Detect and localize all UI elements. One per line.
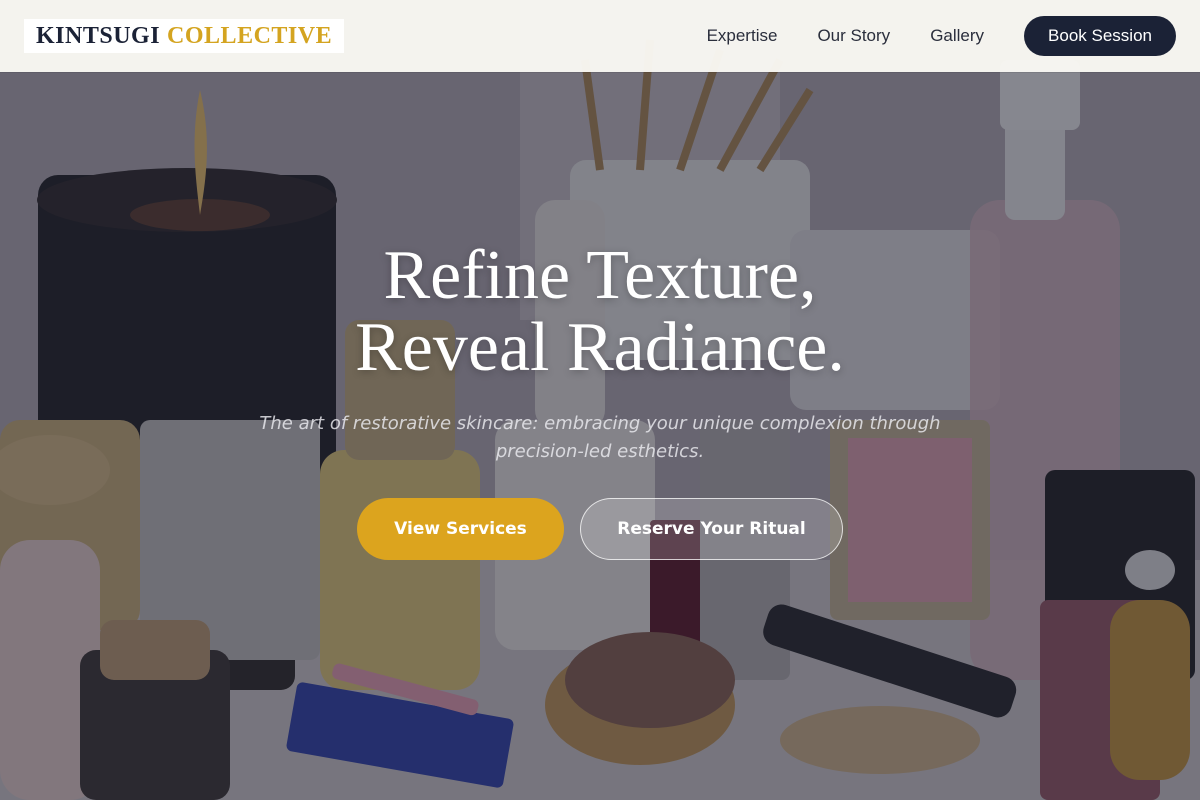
hero-cta-group: View Services Reserve Your Ritual [0, 498, 1200, 560]
view-services-button[interactable]: View Services [357, 498, 564, 560]
hero-title-line-2: Reveal Radiance. [355, 309, 845, 386]
site-header: KINTSUGI COLLECTIVE Expertise Our Story … [0, 0, 1200, 72]
book-session-button[interactable]: Book Session [1024, 16, 1176, 56]
hero-title-line-1: Refine Texture, [383, 237, 817, 314]
hero-subtitle: The art of restorative skincare: embraci… [259, 413, 941, 462]
nav-link-gallery[interactable]: Gallery [930, 26, 984, 46]
nav-link-expertise[interactable]: Expertise [707, 26, 778, 46]
brand-logo[interactable]: KINTSUGI COLLECTIVE [24, 19, 345, 53]
main-nav: Expertise Our Story Gallery Book Session [667, 16, 1176, 56]
brand-word-accent: COLLECTIVE [167, 22, 333, 49]
hero-title: Refine Texture, Reveal Radiance. [0, 240, 1200, 384]
brand-word-primary: KINTSUGI [36, 22, 161, 49]
nav-link-our-story[interactable]: Our Story [817, 26, 890, 46]
reserve-ritual-button[interactable]: Reserve Your Ritual [580, 498, 843, 560]
hero-content: Refine Texture, Reveal Radiance. The art… [0, 240, 1200, 560]
